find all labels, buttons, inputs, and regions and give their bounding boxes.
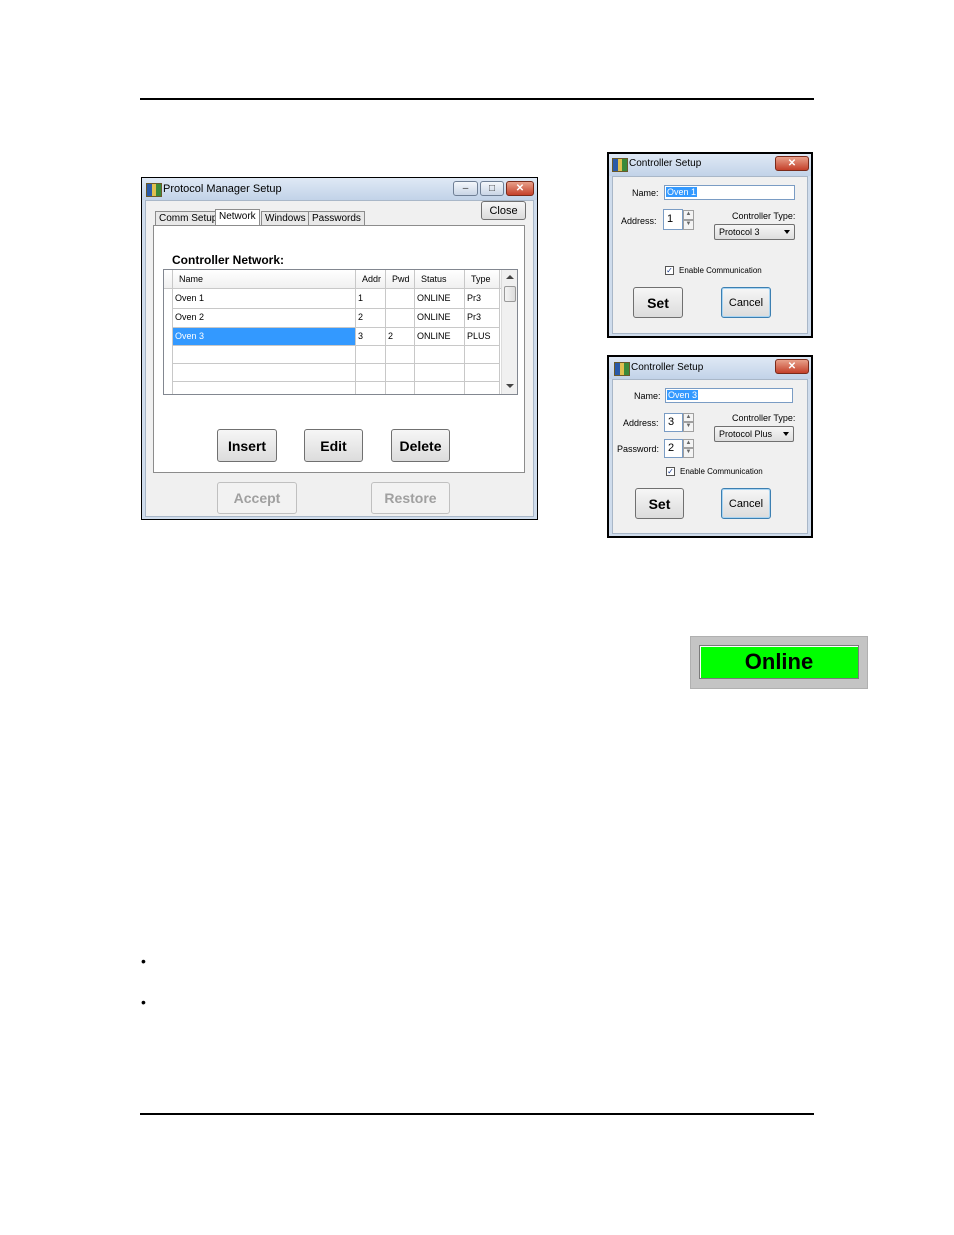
chevron-down-icon	[784, 230, 790, 234]
controller-type-value: Protocol 3	[719, 227, 760, 237]
address-spin-up-icon[interactable]: ▲	[683, 413, 694, 422]
grid-header	[164, 270, 501, 289]
title-bar[interactable]: Protocol Manager Setup – □ ✕	[142, 178, 537, 200]
close-dialog-button[interactable]: ✕	[775, 156, 809, 171]
grid-line	[172, 345, 500, 346]
controller-type-label: Controller Type:	[732, 413, 796, 423]
cell-type[interactable]: PLUS	[464, 327, 491, 345]
password-spin-down-icon[interactable]: ▼	[683, 448, 694, 458]
controller-grid: Name Addr Pwd Status Type Oven 1 1 ONLIN…	[163, 269, 518, 395]
col-header-name[interactable]: Name	[176, 270, 203, 288]
scroll-up-icon[interactable]	[506, 275, 514, 279]
enable-communication-label: Enable Communication	[679, 266, 762, 275]
cell-name-selected[interactable]: Oven 3	[172, 327, 204, 345]
address-value: 3	[668, 416, 675, 428]
scroll-down-icon[interactable]	[506, 384, 514, 388]
dialog-title: Controller Setup	[629, 158, 702, 169]
controller-type-value: Protocol Plus	[719, 429, 773, 439]
close-dialog-button[interactable]: ✕	[775, 359, 809, 374]
tab-network[interactable]: Network	[215, 209, 260, 226]
cell-addr[interactable]: 3	[355, 327, 363, 345]
cell-type[interactable]: Pr3	[464, 289, 481, 307]
address-label: Address:	[621, 216, 657, 226]
restore-button[interactable]: Restore	[371, 482, 450, 514]
bullet-point: •	[141, 994, 146, 1010]
top-rule	[140, 98, 814, 100]
app-icon	[612, 158, 628, 172]
name-value: Oven 3	[667, 390, 699, 400]
grid-line	[172, 381, 500, 382]
delete-button[interactable]: Delete	[391, 429, 450, 462]
set-button[interactable]: Set	[635, 488, 684, 519]
scroll-thumb[interactable]	[504, 286, 516, 302]
col-header-addr[interactable]: Addr	[359, 270, 381, 288]
password-spin-up-icon[interactable]: ▲	[683, 439, 694, 448]
cell-status[interactable]: ONLINE	[414, 327, 451, 345]
address-spin-down-icon[interactable]: ▼	[683, 422, 694, 432]
controller-network-heading: Controller Network:	[172, 253, 285, 267]
app-icon	[146, 183, 162, 197]
controller-type-label: Controller Type:	[732, 211, 796, 221]
cell-status[interactable]: ONLINE	[414, 289, 451, 307]
app-icon	[614, 362, 630, 376]
col-header-type[interactable]: Type	[468, 270, 491, 288]
enable-communication-checkbox[interactable]: ✓	[666, 467, 675, 476]
grid-line	[499, 270, 500, 394]
cell-status[interactable]: ONLINE	[414, 308, 451, 326]
name-field[interactable]: Oven 3	[665, 388, 793, 403]
address-label: Address:	[623, 418, 659, 428]
grid-line	[172, 308, 500, 309]
address-value: 1	[667, 213, 674, 225]
password-field[interactable]: 2	[664, 439, 683, 458]
cell-addr[interactable]: 2	[355, 308, 363, 326]
name-field[interactable]: Oven 1	[664, 185, 795, 200]
cell-name[interactable]: Oven 2	[172, 308, 204, 326]
col-header-status[interactable]: Status	[418, 270, 447, 288]
controller-type-select[interactable]: Protocol Plus	[714, 426, 794, 442]
close-button[interactable]: Close	[481, 201, 526, 220]
col-header-pwd[interactable]: Pwd	[389, 270, 410, 288]
maximize-button[interactable]: □	[480, 181, 504, 196]
edit-button[interactable]: Edit	[304, 429, 363, 462]
title-bar[interactable]: Controller Setup ✕	[609, 154, 811, 176]
grid-line	[172, 363, 500, 364]
set-button[interactable]: Set	[633, 287, 683, 318]
tab-comm-setup[interactable]: Comm Setup	[155, 211, 222, 226]
title-bar[interactable]: Controller Setup ✕	[609, 357, 811, 379]
name-value: Oven 1	[666, 187, 698, 197]
address-spin-down-icon[interactable]: ▼	[683, 220, 694, 230]
cell-type[interactable]: Pr3	[464, 308, 481, 326]
insert-button[interactable]: Insert	[217, 429, 277, 462]
name-label: Name:	[632, 188, 659, 198]
enable-communication-label: Enable Communication	[680, 467, 763, 476]
bottom-rule	[140, 1113, 814, 1115]
password-label: Password:	[617, 444, 660, 454]
password-value: 2	[668, 442, 675, 454]
dialog-title: Controller Setup	[631, 362, 704, 373]
minimize-button[interactable]: –	[453, 181, 478, 196]
accept-button[interactable]: Accept	[217, 482, 297, 514]
address-field[interactable]: 1	[663, 209, 683, 230]
tab-passwords[interactable]: Passwords	[308, 211, 365, 226]
tab-windows[interactable]: Windows	[261, 211, 310, 226]
bullet-point: •	[141, 953, 146, 969]
cell-pwd[interactable]: 2	[385, 327, 393, 345]
controller-type-select[interactable]: Protocol 3	[714, 224, 795, 240]
online-status-label: Online	[744, 649, 814, 674]
cell-addr[interactable]: 1	[355, 289, 363, 307]
cancel-button[interactable]: Cancel	[721, 488, 771, 519]
online-status-indicator: Online	[699, 645, 859, 679]
cell-name[interactable]: Oven 1	[172, 289, 204, 307]
address-spin-up-icon[interactable]: ▲	[683, 210, 694, 220]
grid-line	[172, 327, 500, 328]
grid-scrollbar[interactable]	[501, 270, 517, 394]
enable-communication-checkbox[interactable]: ✓	[665, 266, 674, 275]
chevron-down-icon	[783, 432, 789, 436]
window-title: Protocol Manager Setup	[163, 183, 282, 195]
name-label: Name:	[634, 391, 661, 401]
online-status-panel: Online	[690, 636, 868, 689]
cancel-button[interactable]: Cancel	[721, 287, 771, 318]
address-field[interactable]: 3	[664, 413, 683, 432]
close-window-button[interactable]: ✕	[506, 181, 534, 196]
